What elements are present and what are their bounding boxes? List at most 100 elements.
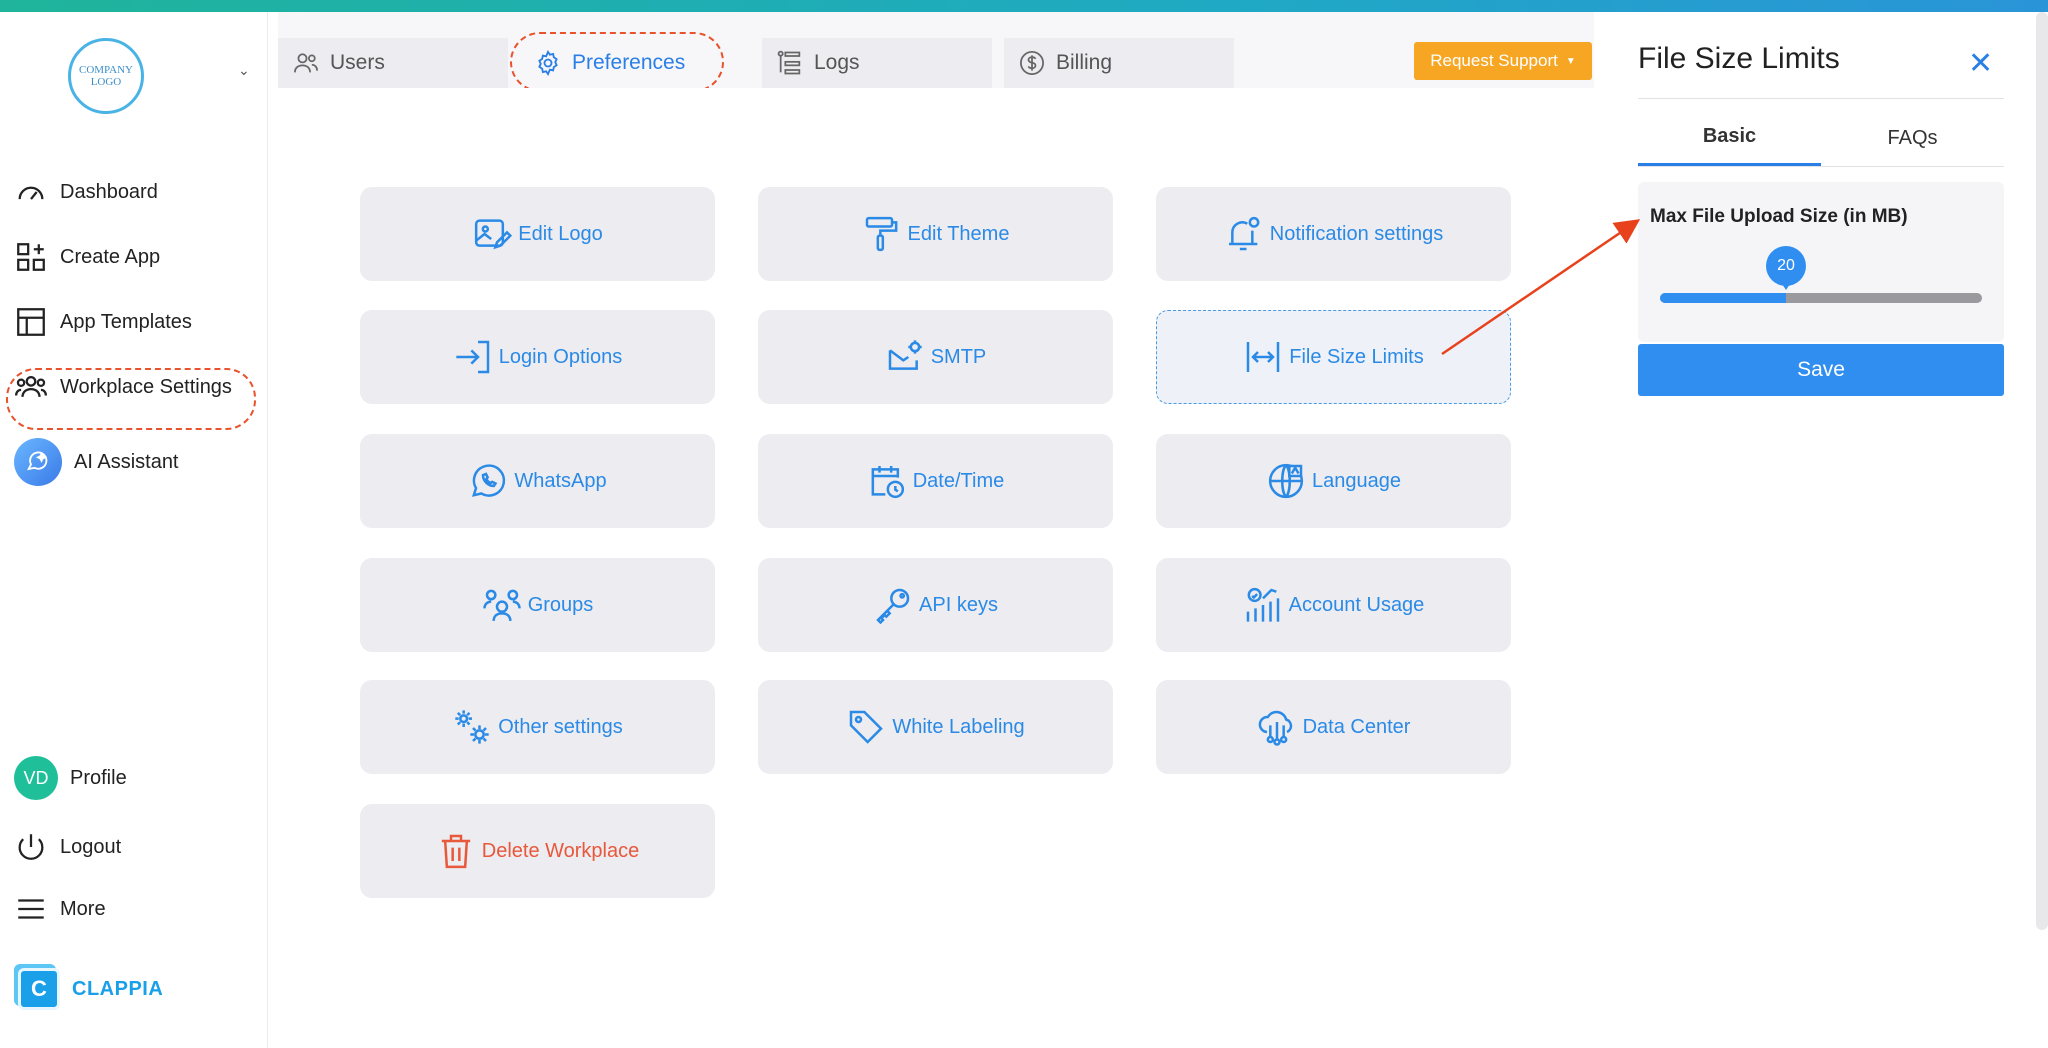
sidebar-item-label: Dashboard <box>60 180 158 203</box>
panel-divider <box>1638 98 2004 99</box>
width-arrows-icon <box>1247 342 1280 372</box>
api-keys-button[interactable]: API keys <box>758 558 1113 652</box>
groups-button[interactable]: Groups <box>360 558 715 652</box>
logo-text-line2: LOGO <box>90 76 122 88</box>
slider-thumb[interactable]: 20 <box>1766 246 1806 290</box>
tab-label: Users <box>330 51 385 74</box>
account-usage-button[interactable]: Account Usage <box>1156 558 1511 652</box>
white-labeling-button[interactable]: White Labeling <box>758 680 1113 774</box>
panel-tab-label: Basic <box>1702 125 1757 147</box>
sidebar-item-label: Profile <box>70 766 127 789</box>
sidebar-item-dashboard[interactable]: Dashboard <box>14 172 158 212</box>
file-size-limits-button[interactable]: File Size Limits <box>1156 310 1511 404</box>
login-options-button[interactable]: Login Options <box>360 310 715 404</box>
company-logo[interactable]: COMPANY LOGO <box>68 38 144 114</box>
dollar-circle-icon <box>1020 51 1044 75</box>
button-label: Delete Workplace <box>481 839 640 862</box>
users-group-icon <box>482 589 521 621</box>
sidebar-item-label: Create App <box>60 245 161 268</box>
sidebar-item-label: More <box>60 897 106 920</box>
logs-icon <box>777 50 801 75</box>
mail-gear-icon <box>888 340 922 370</box>
button-label: Groups <box>527 593 594 616</box>
avatar: VD <box>14 756 58 800</box>
button-label: Login Options <box>498 345 623 368</box>
edit-theme-button[interactable]: Edit Theme <box>758 187 1113 281</box>
users-group-icon <box>14 375 48 398</box>
sidebar-item-label: AI Assistant <box>74 450 179 473</box>
whatsapp-button[interactable]: WhatsApp <box>360 434 715 528</box>
slider-value: 20 <box>1777 257 1795 274</box>
sidebar-item-label: Logout <box>60 835 122 858</box>
globe-language-icon <box>1268 463 1304 499</box>
close-icon[interactable]: ✕ <box>1968 46 1993 81</box>
sidebar-item-workplace-settings[interactable]: Workplace Settings <box>14 367 232 407</box>
brand[interactable]: C CLAPPIA <box>18 968 163 1010</box>
file-size-limits-panel: File Size Limits ✕ Basic FAQs Max File U… <box>1610 12 2048 1048</box>
request-support-label: Request Support <box>1430 51 1558 70</box>
main-area: Users Preferences Logs Billing Request S… <box>278 12 1594 1048</box>
panel-tab-faqs[interactable]: FAQs <box>1821 110 2004 166</box>
tag-icon <box>850 710 884 744</box>
gears-icon <box>455 710 489 744</box>
panel-tabs-divider <box>1638 166 2004 167</box>
button-label: Other settings <box>498 715 623 738</box>
request-support-button[interactable]: Request Support ▼ <box>1414 42 1592 80</box>
calendar-clock-icon <box>871 466 904 499</box>
top-accent-bar <box>0 0 2048 12</box>
delete-workplace-button[interactable]: Delete Workplace <box>360 804 715 898</box>
bell-icon <box>1228 216 1260 251</box>
hamburger-menu-icon <box>18 899 44 919</box>
button-label: Notification settings <box>1269 222 1444 245</box>
sidebar-item-ai-assistant[interactable]: AI Assistant <box>14 438 179 486</box>
clappia-logo-icon: C <box>18 968 60 1010</box>
button-label: Language <box>1312 469 1401 492</box>
usage-chart-icon <box>1246 587 1279 622</box>
field-label: Max File Upload Size (in MB) <box>1650 206 1908 227</box>
key-icon <box>876 588 910 625</box>
edit-logo-button[interactable]: Edit Logo <box>360 187 715 281</box>
sidebar-item-create-app[interactable]: Create App <box>14 237 160 277</box>
caret-down-icon: ▼ <box>1565 55 1576 67</box>
button-label: Date/Time <box>912 469 1005 492</box>
slider-fill <box>1660 293 1786 303</box>
notification-settings-button[interactable]: Notification settings <box>1156 187 1511 281</box>
tab-billing[interactable]: Billing <box>1004 38 1234 88</box>
add-grid-icon <box>17 243 45 271</box>
tab-users[interactable]: Users <box>278 38 508 88</box>
sidebar-item-logout[interactable]: Logout <box>14 827 121 867</box>
button-label: Edit Theme <box>907 222 1010 245</box>
login-arrow-icon <box>456 340 490 374</box>
page-scrollbar[interactable] <box>2036 12 2048 930</box>
sidebar-item-more[interactable]: More <box>14 889 106 929</box>
tab-label: Billing <box>1056 51 1113 74</box>
sidebar-item-label: Workplace Settings <box>60 375 232 398</box>
language-button[interactable]: Language <box>1156 434 1511 528</box>
chevron-down-icon[interactable]: ⌄ <box>238 62 250 79</box>
smtp-button[interactable]: SMTP <box>758 310 1113 404</box>
date-time-button[interactable]: Date/Time <box>758 434 1113 528</box>
tab-label: Logs <box>814 51 860 74</box>
speedometer-icon <box>18 186 44 200</box>
tab-highlight-annotation <box>510 32 724 92</box>
save-button[interactable]: Save <box>1638 344 2004 396</box>
panel-title: File Size Limits <box>1638 42 1840 75</box>
button-label: Account Usage <box>1288 593 1425 616</box>
other-settings-button[interactable]: Other settings <box>360 680 715 774</box>
sidebar-item-app-templates[interactable]: App Templates <box>14 302 192 342</box>
ai-assistant-icon <box>14 438 62 486</box>
button-label: File Size Limits <box>1289 345 1424 368</box>
users-icon <box>294 53 318 73</box>
trash-icon <box>441 834 470 869</box>
data-center-button[interactable]: Data Center <box>1156 680 1511 774</box>
sidebar-item-profile[interactable]: VD Profile <box>14 756 127 800</box>
panel-tab-basic[interactable]: Basic <box>1638 110 1821 166</box>
sidebar-item-label: App Templates <box>60 310 192 333</box>
button-label: Data Center <box>1302 715 1411 738</box>
file-size-slider-track[interactable] <box>1660 293 1982 303</box>
image-edit-icon <box>475 219 513 250</box>
button-label: WhatsApp <box>514 469 607 492</box>
logo-text-line1: COMPANY <box>78 64 133 76</box>
tab-logs[interactable]: Logs <box>762 38 992 88</box>
max-file-upload-field: Max File Upload Size (in MB) 20 <box>1638 182 2004 342</box>
